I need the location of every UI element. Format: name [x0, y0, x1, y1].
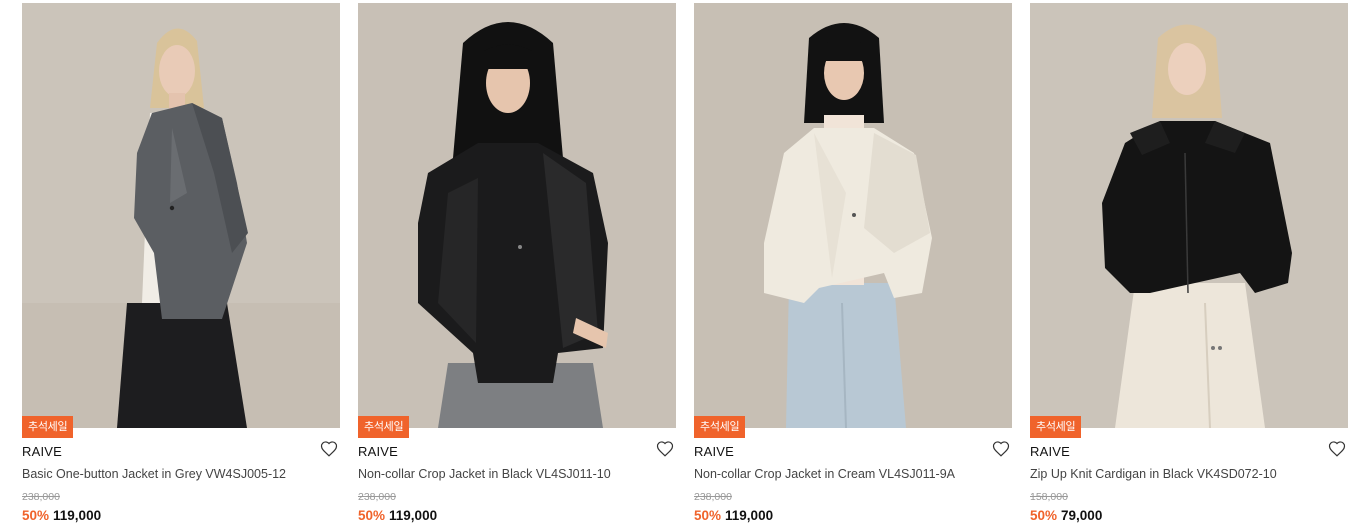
product-name[interactable]: Non-collar Crop Jacket in Cream VL4SJ011…	[694, 467, 994, 481]
product-photo	[358, 3, 676, 428]
price-row: 50% 119,000	[22, 508, 101, 523]
product-photo	[694, 3, 1012, 428]
product-photo	[22, 3, 340, 428]
sale-price: 119,000	[725, 508, 774, 523]
sale-badge: 추석세일	[358, 416, 410, 438]
discount-rate: 50%	[694, 508, 722, 523]
product-grid: 추석세일 RAIVE Basic One-button Jacket in Gr…	[22, 3, 1349, 529]
sale-price: 119,000	[389, 508, 438, 523]
product-image[interactable]	[358, 3, 676, 428]
product-name[interactable]: Basic One-button Jacket in Grey VW4SJ005…	[22, 467, 322, 481]
product-card[interactable]: 추석세일 RAIVE Zip Up Knit Cardigan in Black…	[1030, 3, 1348, 529]
brand-name[interactable]: RAIVE	[694, 444, 734, 459]
original-price: 238,000	[22, 491, 60, 503]
original-price: 158,000	[1030, 491, 1068, 503]
product-image[interactable]	[694, 3, 1012, 428]
wishlist-heart-icon[interactable]	[320, 440, 338, 458]
sale-badge: 추석세일	[22, 416, 74, 438]
brand-name[interactable]: RAIVE	[22, 444, 62, 459]
product-image[interactable]	[1030, 3, 1348, 428]
price-row: 50% 119,000	[694, 508, 773, 523]
discount-rate: 50%	[358, 508, 386, 523]
wishlist-heart-icon[interactable]	[992, 440, 1010, 458]
discount-rate: 50%	[22, 508, 50, 523]
product-name[interactable]: Zip Up Knit Cardigan in Black VK4SD072-1…	[1030, 467, 1330, 481]
wishlist-heart-icon[interactable]	[1328, 440, 1346, 458]
product-card[interactable]: 추석세일 RAIVE Non-collar Crop Jacket in Bla…	[358, 3, 676, 529]
product-photo	[1030, 3, 1348, 428]
price-row: 50% 79,000	[1030, 508, 1102, 523]
sale-price: 119,000	[53, 508, 102, 523]
price-row: 50% 119,000	[358, 508, 437, 523]
sale-price: 79,000	[1061, 508, 1103, 523]
product-name[interactable]: Non-collar Crop Jacket in Black VL4SJ011…	[358, 467, 658, 481]
brand-name[interactable]: RAIVE	[1030, 444, 1070, 459]
sale-badge: 추석세일	[694, 416, 746, 438]
product-card[interactable]: 추석세일 RAIVE Basic One-button Jacket in Gr…	[22, 3, 340, 529]
original-price: 238,000	[358, 491, 396, 503]
sale-badge: 추석세일	[1030, 416, 1082, 438]
discount-rate: 50%	[1030, 508, 1058, 523]
product-image[interactable]	[22, 3, 340, 428]
brand-name[interactable]: RAIVE	[358, 444, 398, 459]
wishlist-heart-icon[interactable]	[656, 440, 674, 458]
product-card[interactable]: 추석세일 RAIVE Non-collar Crop Jacket in Cre…	[694, 3, 1012, 529]
original-price: 238,000	[694, 491, 732, 503]
